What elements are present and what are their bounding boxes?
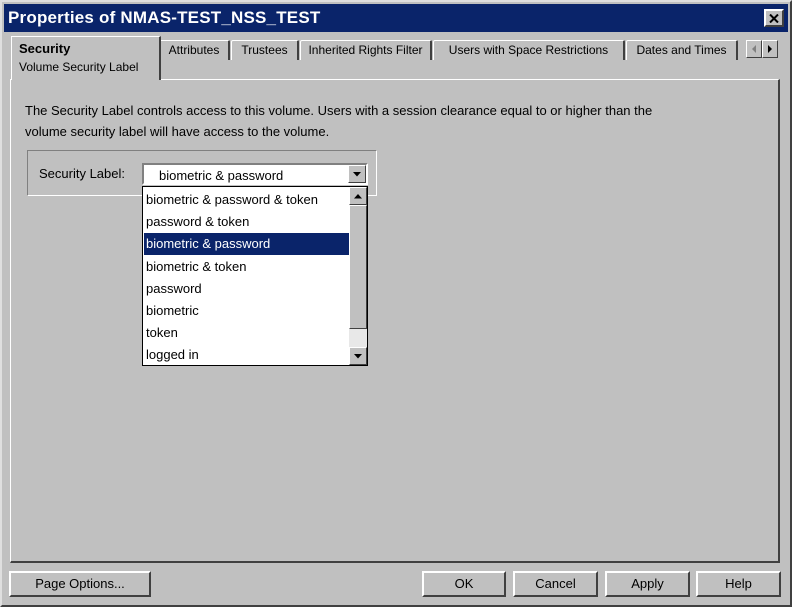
tab-attributes-label: Attributes [168, 43, 220, 57]
security-label-value: biometric & password [159, 168, 284, 183]
help-button[interactable]: Help [696, 571, 781, 597]
tab-scroll-right-button[interactable] [762, 40, 778, 58]
tab-dates-and-times[interactable]: Dates and Times [626, 40, 738, 60]
option-item[interactable]: token [144, 322, 349, 344]
ok-button[interactable]: OK [422, 571, 506, 597]
tab-trustees-label: Trustees [241, 43, 288, 57]
security-description: The Security Label controls access to th… [25, 100, 755, 142]
arrow-right-icon [768, 45, 772, 53]
tab-dates-and-times-label: Dates and Times [636, 43, 727, 57]
apply-label: Apply [631, 576, 664, 591]
description-line-2: volume security label will have access t… [25, 124, 330, 139]
tab-users-with-space-restrictions-label: Users with Space Restrictions [448, 43, 609, 57]
scroll-thumb[interactable] [349, 205, 367, 329]
arrow-up-icon [354, 193, 362, 198]
option-item[interactable]: password & token [144, 211, 349, 233]
close-icon [769, 13, 779, 23]
page-options-button[interactable]: Page Options... [9, 571, 151, 597]
help-label: Help [725, 576, 752, 591]
security-label-dropdown-button[interactable] [348, 165, 366, 183]
security-label-caption: Security Label: [39, 166, 125, 181]
option-item[interactable]: password [144, 278, 349, 300]
option-item[interactable]: biometric & password [144, 233, 349, 256]
tab-strip: Security Volume Security Label Attribute… [8, 36, 784, 80]
cancel-button[interactable]: Cancel [513, 571, 598, 597]
description-line-1: The Security Label controls access to th… [25, 103, 653, 118]
option-item[interactable]: logged in [144, 344, 349, 366]
option-item[interactable]: biometric [144, 300, 349, 322]
tab-users-with-space-restrictions[interactable]: Users with Space Restrictions [433, 40, 625, 60]
tab-trustees[interactable]: Trustees [231, 40, 299, 60]
tab-attributes[interactable]: Attributes [159, 40, 230, 60]
tab-inherited-rights-filter[interactable]: Inherited Rights Filter [300, 40, 432, 60]
option-item[interactable]: biometric & password & token [144, 189, 349, 211]
tab-scroll-left-button[interactable] [746, 40, 762, 58]
options-scrollbar[interactable] [349, 187, 367, 365]
scroll-up-button[interactable] [349, 187, 367, 205]
page-options-label: Page Options... [35, 576, 125, 591]
arrow-left-icon [752, 45, 756, 53]
security-label-select[interactable]: biometric & password [142, 163, 368, 185]
tab-inherited-rights-filter-label: Inherited Rights Filter [308, 43, 423, 57]
tab-security-sublabel[interactable]: Volume Security Label [19, 60, 138, 74]
scroll-down-button[interactable] [349, 347, 367, 365]
ok-label: OK [454, 576, 474, 591]
arrow-down-icon [354, 353, 362, 358]
title-bar[interactable]: Properties of NMAS-TEST_NSS_TEST [4, 4, 788, 32]
close-button[interactable] [764, 9, 784, 27]
option-item[interactable]: biometric & token [144, 256, 349, 278]
chevron-down-icon [353, 171, 361, 176]
security-label-options-list: biometric & password & token password & t… [142, 186, 368, 366]
tab-security[interactable]: Security Volume Security Label [11, 36, 161, 80]
window-title: Properties of NMAS-TEST_NSS_TEST [8, 8, 321, 27]
apply-button[interactable]: Apply [605, 571, 690, 597]
cancel-label: Cancel [535, 576, 576, 591]
tab-security-label: Security [19, 41, 71, 56]
